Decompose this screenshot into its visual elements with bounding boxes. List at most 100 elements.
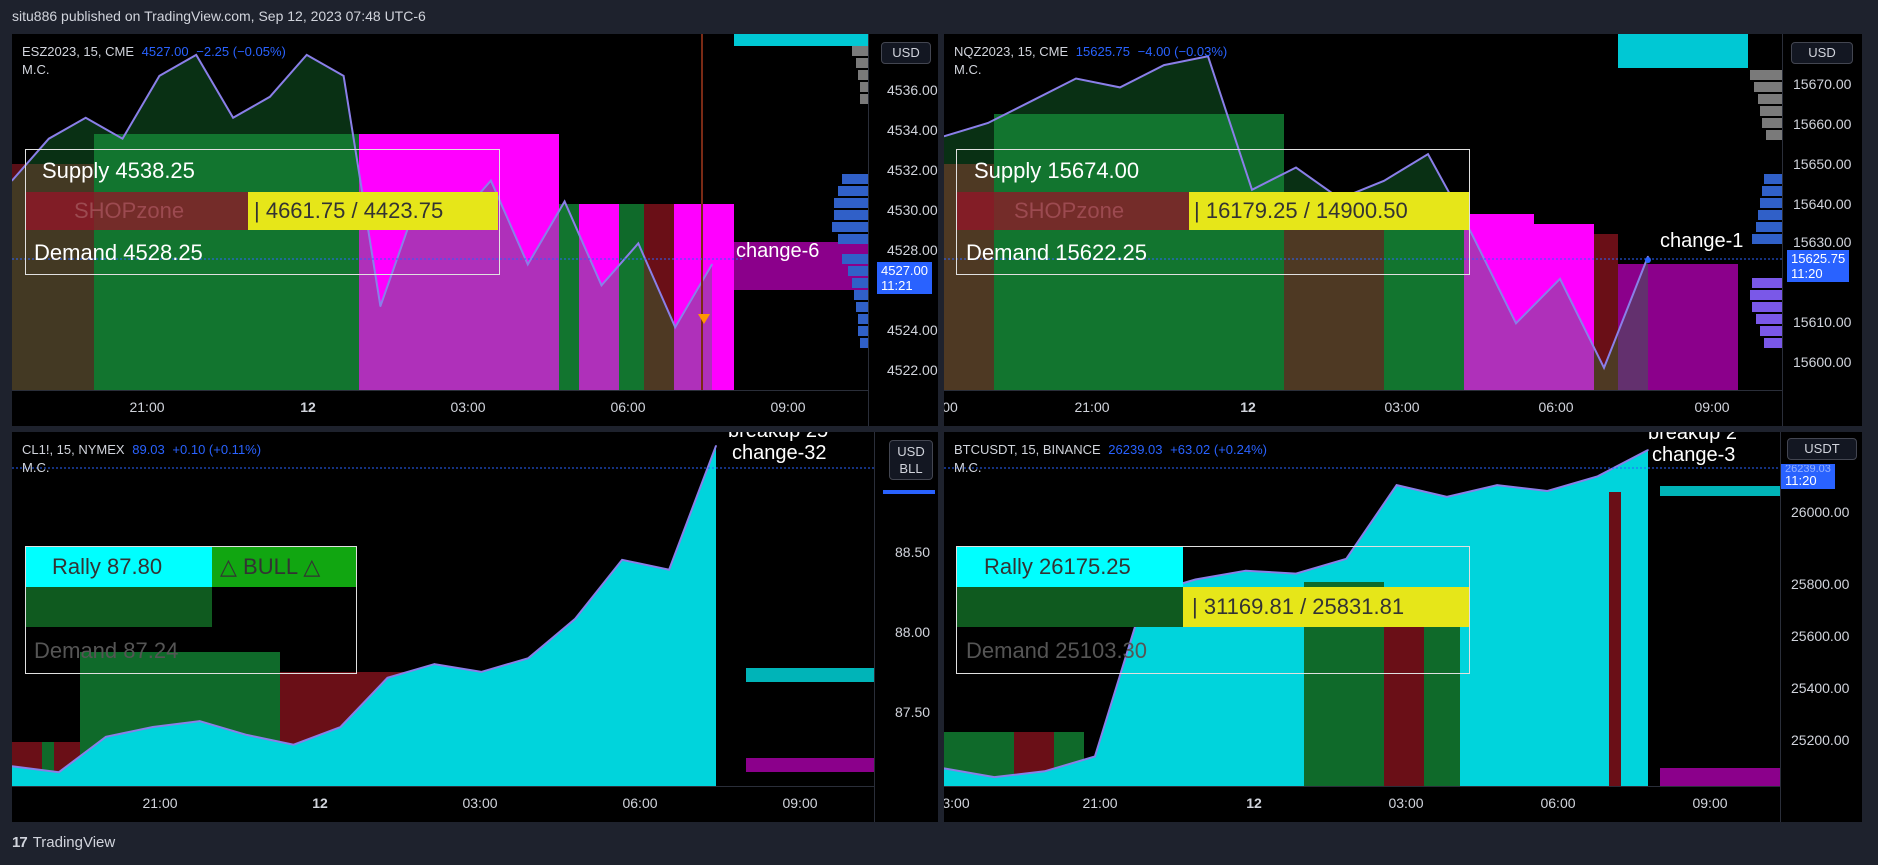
price-point	[121, 137, 124, 140]
y-tick: 15640.00	[1793, 196, 1852, 212]
price-point	[386, 677, 389, 679]
last-price: 26239.03	[1108, 442, 1163, 457]
x-tick: 00	[944, 399, 958, 415]
price-point	[674, 326, 676, 329]
publish-header: situ886 published on TradingView.com, Se…	[12, 8, 426, 24]
symbol-title[interactable]: NQZ2023, 15, CME 15625.75 −4.00 (−0.03%)	[954, 44, 1227, 59]
symbol-name: ESZ2023, 15, CME	[22, 44, 134, 59]
price-point	[1496, 484, 1498, 486]
x-tick: 03:00	[1388, 795, 1424, 811]
time-axis[interactable]: 21:00 12 03:00 06:00 09:00	[12, 390, 868, 426]
x-tick: 03:00	[1384, 399, 1420, 415]
x-tick: 03:00	[462, 795, 498, 811]
symbol-title[interactable]: CL1!, 15, NYMEX 89.03 +0.10 (+0.11%)	[22, 442, 261, 457]
price-axis[interactable]: USDT 26239.03 11:20 26000.00 25800.00 25…	[1780, 432, 1862, 822]
tradingview-brand: TradingView	[32, 834, 116, 851]
tradingview-footer[interactable]: 17 TradingView	[12, 834, 115, 851]
price-point	[1603, 367, 1605, 369]
x-tick: 06:00	[1540, 795, 1576, 811]
price-change: −4.00 (−0.03%)	[1137, 44, 1228, 59]
last-price: 15625.75	[1075, 44, 1131, 59]
x-tick: 09:00	[1692, 795, 1728, 811]
symbol-title[interactable]: ESZ2023, 15, CME 4527.00 −2.25 (−0.05%)	[22, 44, 286, 59]
price-point	[527, 657, 530, 659]
price-point	[1647, 449, 1649, 451]
price-point	[993, 776, 996, 778]
price-point	[480, 671, 483, 673]
y-tick: 88.50	[895, 544, 931, 560]
y-tick: 15630.00	[1793, 234, 1852, 250]
price-point	[105, 736, 107, 738]
y-tick: 87.50	[895, 704, 931, 720]
chart-panel-nqz2023[interactable]: Supply 15674.00 SHOPzone | 16179.25 / 14…	[944, 34, 1862, 426]
price-point	[1647, 255, 1649, 258]
y-tick: 15600.00	[1793, 354, 1852, 370]
time-axis[interactable]: 21:00 12 03:00 06:00 09:00	[12, 786, 874, 822]
price-axis[interactable]: USD BLL 88.50 88.00 87.50	[874, 432, 938, 822]
indicator-label: M.C.	[22, 460, 50, 475]
price-point	[1559, 278, 1561, 280]
price-point	[1043, 770, 1046, 773]
price-point	[1031, 100, 1033, 102]
price-point	[527, 263, 529, 266]
shopzone-label: SHOPzone	[74, 198, 185, 223]
y-tick: 4534.00	[887, 122, 938, 138]
y-tick: 25400.00	[1791, 680, 1850, 696]
y-tick: 15650.00	[1793, 156, 1852, 172]
currency-button[interactable]: USD BLL	[889, 440, 933, 480]
price-point	[1163, 64, 1165, 66]
chart-panel-esz2023[interactable]: Supply 4538.25 SHOPzone | 4661.75 / 4423…	[12, 34, 938, 426]
y-tick: 4522.00	[887, 362, 938, 378]
last-price-tag: 15625.75 11:20	[1787, 250, 1850, 282]
y-tick: 25200.00	[1791, 732, 1850, 748]
price-point	[1471, 233, 1473, 236]
currency-label: USD	[897, 444, 925, 459]
currency-button[interactable]: USD	[1791, 42, 1853, 64]
time-axis[interactable]: 3:00 21:00 12 03:00 06:00 09:00	[944, 786, 1780, 822]
price-change: +63.02 (+0.24%)	[1170, 442, 1267, 457]
demand-label: Demand 15622.25	[966, 240, 1148, 265]
price-point	[292, 743, 295, 746]
price-change: +0.10 (+0.11%)	[172, 442, 262, 457]
price-point	[379, 305, 382, 308]
y-tick: 15660.00	[1793, 116, 1852, 132]
y-tick: 88.00	[895, 624, 931, 640]
indicator-label: M.C.	[954, 460, 982, 475]
price-point	[637, 242, 640, 245]
time-axis[interactable]: 00 21:00 12 03:00 06:00 09:00	[944, 390, 1782, 426]
bull-label: △ BULL △	[220, 554, 321, 579]
price-point	[433, 663, 436, 665]
price-point	[84, 117, 87, 119]
indicator-label: M.C.	[22, 62, 50, 77]
change-annotation: change-3	[1652, 444, 1736, 466]
symbol-name: CL1!, 15, NYMEX	[22, 442, 125, 457]
price-point	[668, 568, 670, 571]
price-point	[1094, 755, 1096, 758]
x-tick: 06:00	[622, 795, 658, 811]
price-axis[interactable]: USD 4536.00 4534.00 4532.00 4530.00 4528…	[868, 34, 938, 426]
x-tick: 09:00	[770, 399, 806, 415]
demand-label: Demand 4528.25	[34, 240, 203, 265]
last-price-tag-value: 4527.00	[881, 263, 928, 278]
chart-panel-btcusdt[interactable]: Rally 26175.25 | 31169.81 / 25831.81 Dem…	[944, 432, 1862, 822]
symbol-title[interactable]: BTCUSDT, 15, BINANCE 26239.03 +63.02 (+0…	[954, 442, 1267, 457]
x-tick: 12	[1240, 399, 1256, 415]
price-point	[1446, 496, 1448, 498]
shopzone-label: SHOPzone	[1014, 198, 1125, 223]
last-price-tag-time: 11:20	[1785, 473, 1817, 488]
currency-button[interactable]: USD	[881, 42, 931, 64]
yellow-zone-label: | 16179.25 / 14900.50	[1194, 198, 1408, 223]
currency-button[interactable]: USDT	[1787, 438, 1857, 460]
price-point	[621, 559, 623, 561]
y-tick: 4524.00	[887, 322, 938, 338]
price-point	[305, 54, 308, 56]
price-point	[1075, 77, 1077, 80]
price-point	[269, 96, 271, 98]
price-point	[711, 263, 713, 266]
price-point	[1546, 490, 1549, 492]
price-point	[1515, 322, 1517, 325]
demand-label: Demand 25103.30	[966, 638, 1148, 663]
change-annotation: change-1	[1660, 230, 1744, 252]
chart-panel-cl1[interactable]: Rally 87.80 △ BULL △ Demand 87.24 breaku…	[12, 432, 938, 822]
price-axis[interactable]: USD 15670.00 15660.00 15650.00 15640.00 …	[1782, 34, 1862, 426]
